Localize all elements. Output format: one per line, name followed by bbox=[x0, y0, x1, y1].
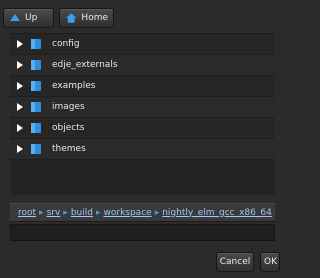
breadcrumb-separator-icon: ▸ bbox=[63, 207, 68, 218]
expand-arrow-icon[interactable] bbox=[10, 103, 30, 111]
expand-arrow-icon[interactable] bbox=[10, 145, 30, 153]
filename-field[interactable] bbox=[10, 224, 275, 241]
home-icon bbox=[65, 13, 77, 23]
file-row[interactable]: config bbox=[10, 34, 275, 55]
breadcrumb-separator-icon: ▸ bbox=[39, 207, 44, 218]
file-name: images bbox=[52, 102, 85, 112]
file-name: objects bbox=[52, 123, 85, 133]
file-row[interactable]: examples bbox=[10, 76, 275, 97]
breadcrumb-separator-icon: ▸ bbox=[95, 207, 101, 218]
folder-icon bbox=[30, 122, 48, 134]
up-arrow-icon bbox=[10, 14, 20, 21]
file-list: config edje_externals examples images ob… bbox=[10, 33, 275, 195]
file-row[interactable]: edje_externals bbox=[10, 55, 275, 76]
home-button-label: Home bbox=[81, 13, 108, 23]
breadcrumb-item-srv[interactable]: srv bbox=[47, 208, 61, 218]
file-row[interactable]: themes bbox=[10, 139, 275, 160]
folder-icon bbox=[30, 80, 48, 92]
file-name: themes bbox=[52, 144, 86, 154]
expand-arrow-icon[interactable] bbox=[10, 124, 30, 132]
breadcrumb-item-nightly[interactable]: nightly_elm_gcc_x86_64 bbox=[162, 208, 272, 218]
folder-icon bbox=[30, 38, 48, 50]
expand-arrow-icon[interactable] bbox=[10, 40, 30, 48]
breadcrumb-item-workspace[interactable]: workspace bbox=[104, 208, 152, 218]
up-button[interactable]: Up bbox=[3, 8, 54, 28]
up-button-label: Up bbox=[25, 13, 38, 23]
ok-button[interactable]: OK bbox=[260, 252, 280, 272]
breadcrumb-separator-icon: ▸ bbox=[154, 207, 160, 218]
home-button[interactable]: Home bbox=[59, 8, 114, 28]
file-name: config bbox=[52, 39, 80, 49]
file-name: examples bbox=[52, 81, 96, 91]
folder-icon bbox=[30, 143, 48, 155]
file-name: edje_externals bbox=[52, 60, 118, 70]
breadcrumb-item-build[interactable]: build bbox=[71, 208, 93, 218]
breadcrumb: root ▸ srv ▸ build ▸ workspace ▸ nightly… bbox=[10, 203, 275, 222]
file-row[interactable]: images bbox=[10, 97, 275, 118]
cancel-button-label: Cancel bbox=[219, 257, 251, 267]
breadcrumb-item-root[interactable]: root bbox=[18, 208, 36, 218]
folder-icon bbox=[30, 59, 48, 71]
expand-arrow-icon[interactable] bbox=[10, 61, 30, 69]
ok-button-label: OK bbox=[264, 257, 277, 267]
file-row[interactable]: objects bbox=[10, 118, 275, 139]
expand-arrow-icon[interactable] bbox=[10, 82, 30, 90]
folder-icon bbox=[30, 101, 48, 113]
cancel-button[interactable]: Cancel bbox=[216, 252, 254, 272]
